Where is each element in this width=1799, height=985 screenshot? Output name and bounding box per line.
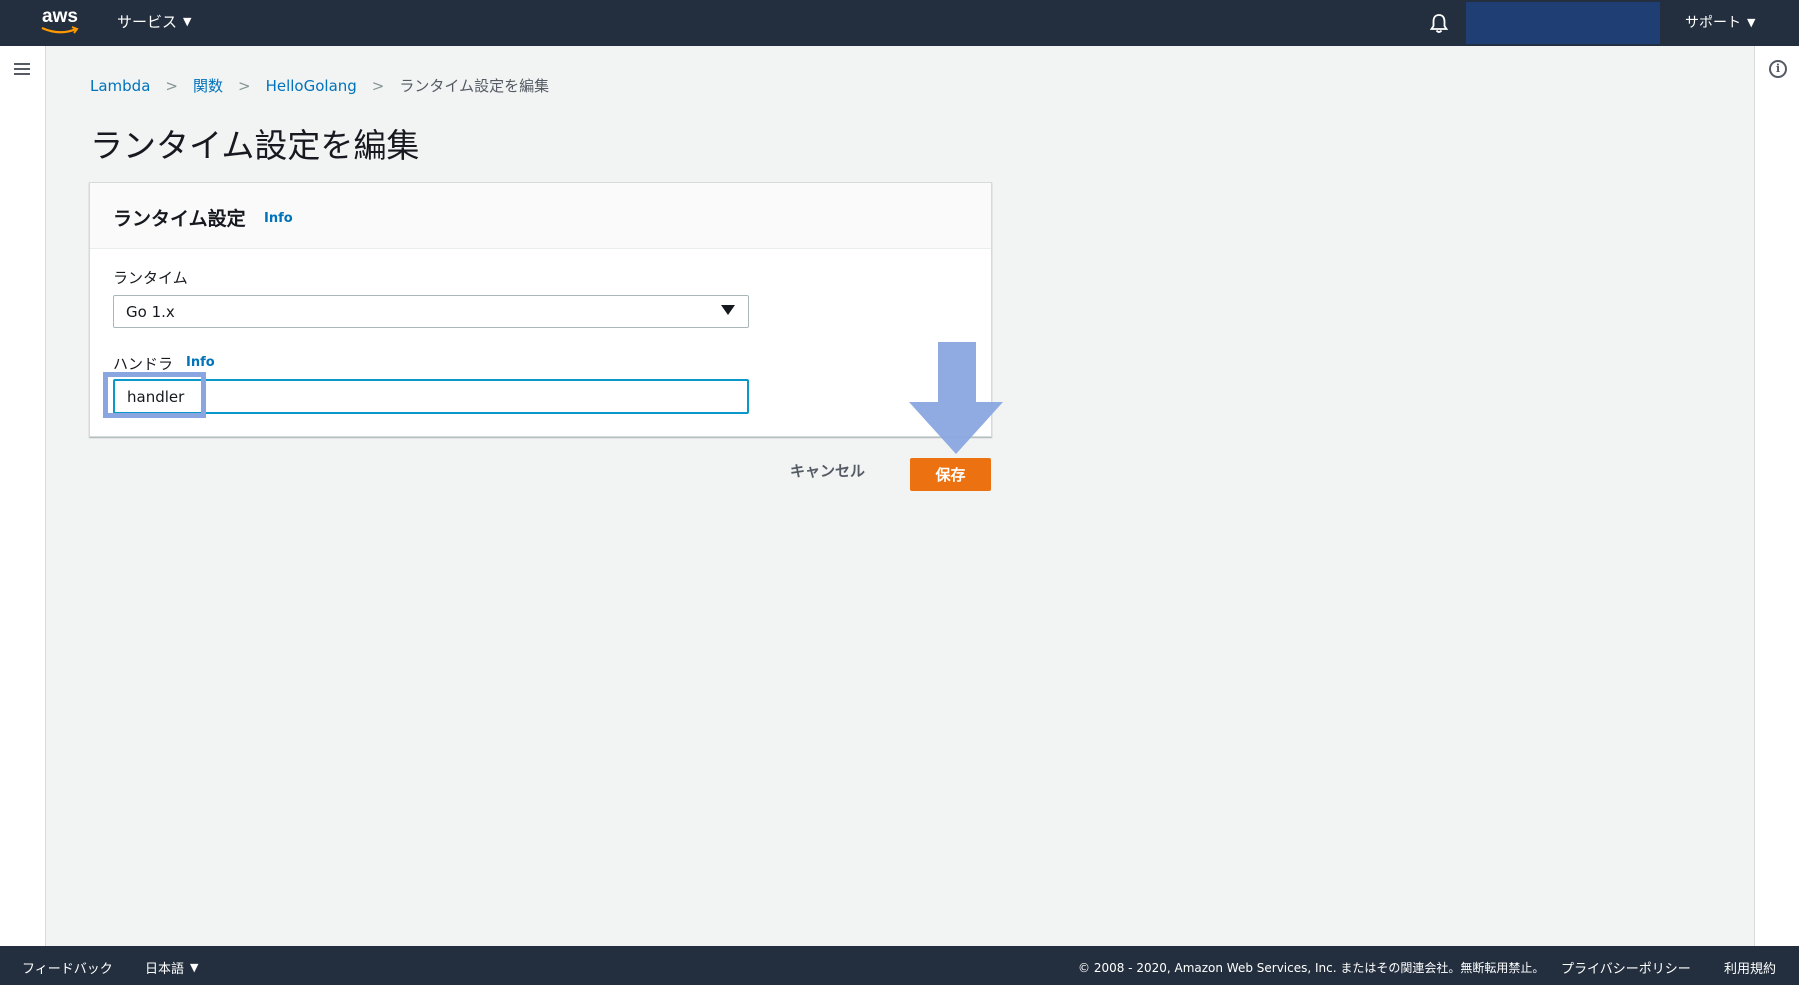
panel-title: ランタイム設定 — [113, 208, 246, 230]
chevron-down-icon: ▼ — [190, 961, 199, 974]
services-label: サービス — [117, 13, 178, 31]
runtime-selected-value: Go 1.x — [126, 303, 175, 321]
services-menu[interactable]: サービス ▼ — [117, 11, 191, 32]
terms-link[interactable]: 利用規約 — [1724, 958, 1776, 977]
support-label: サポート — [1685, 15, 1741, 31]
breadcrumb-lambda[interactable]: Lambda — [90, 77, 150, 95]
save-button[interactable]: 保存 — [910, 458, 991, 491]
annotation-arrow-down-icon — [909, 342, 1003, 454]
breadcrumb: Lambda > 関数 > HelloGolang > ランタイム設定を編集 — [90, 75, 549, 96]
hamburger-menu-icon[interactable] — [14, 62, 30, 76]
language-label: 日本語 — [145, 962, 185, 977]
footer: フィードバック 日本語 ▼ © 2008 - 2020, Amazon Web … — [0, 946, 1799, 985]
page-title: ランタイム設定を編集 — [90, 126, 420, 165]
feedback-link[interactable]: フィードバック — [22, 958, 113, 977]
left-sidebar-rail — [0, 46, 46, 946]
handler-info-link[interactable]: Info — [186, 355, 215, 370]
support-menu[interactable]: サポート ▼ — [1685, 12, 1755, 32]
cancel-button[interactable]: キャンセル — [790, 460, 865, 481]
privacy-policy-link[interactable]: プライバシーポリシー — [1561, 958, 1691, 977]
breadcrumb-current: ランタイム設定を編集 — [399, 77, 550, 95]
account-menu[interactable] — [1466, 2, 1660, 44]
language-selector[interactable]: 日本語 ▼ — [145, 958, 198, 977]
chevron-down-icon: ▼ — [1747, 15, 1756, 29]
breadcrumb-functions[interactable]: 関数 — [193, 75, 223, 96]
chevron-right-icon: > — [165, 76, 178, 95]
handler-label: ハンドラ — [113, 355, 174, 373]
copyright-text: © 2008 - 2020, Amazon Web Services, Inc.… — [1078, 961, 1545, 975]
runtime-settings-info-link[interactable]: Info — [264, 211, 293, 226]
info-circle-icon[interactable]: i — [1769, 60, 1787, 78]
aws-logo-text: aws — [42, 6, 78, 27]
aws-smile-icon — [41, 26, 79, 34]
right-help-rail: i — [1754, 46, 1799, 946]
runtime-select[interactable]: Go 1.x — [113, 295, 749, 328]
panel-header: ランタイム設定 Info — [90, 183, 991, 249]
dropdown-caret-icon — [721, 305, 735, 315]
chevron-down-icon: ▼ — [183, 15, 192, 28]
bell-icon[interactable] — [1428, 12, 1450, 34]
runtime-label: ランタイム — [113, 269, 188, 287]
top-navigation: aws サービス ▼ サポート ▼ — [0, 0, 1799, 46]
aws-logo-icon[interactable]: aws — [40, 6, 84, 38]
chevron-right-icon: > — [371, 76, 385, 95]
handler-input[interactable] — [113, 379, 749, 414]
chevron-right-icon: > — [238, 76, 251, 95]
runtime-settings-panel: ランタイム設定 Info ランタイム Go 1.x ハンドラ Info — [89, 182, 992, 437]
breadcrumb-function-name[interactable]: HelloGolang — [266, 77, 357, 95]
